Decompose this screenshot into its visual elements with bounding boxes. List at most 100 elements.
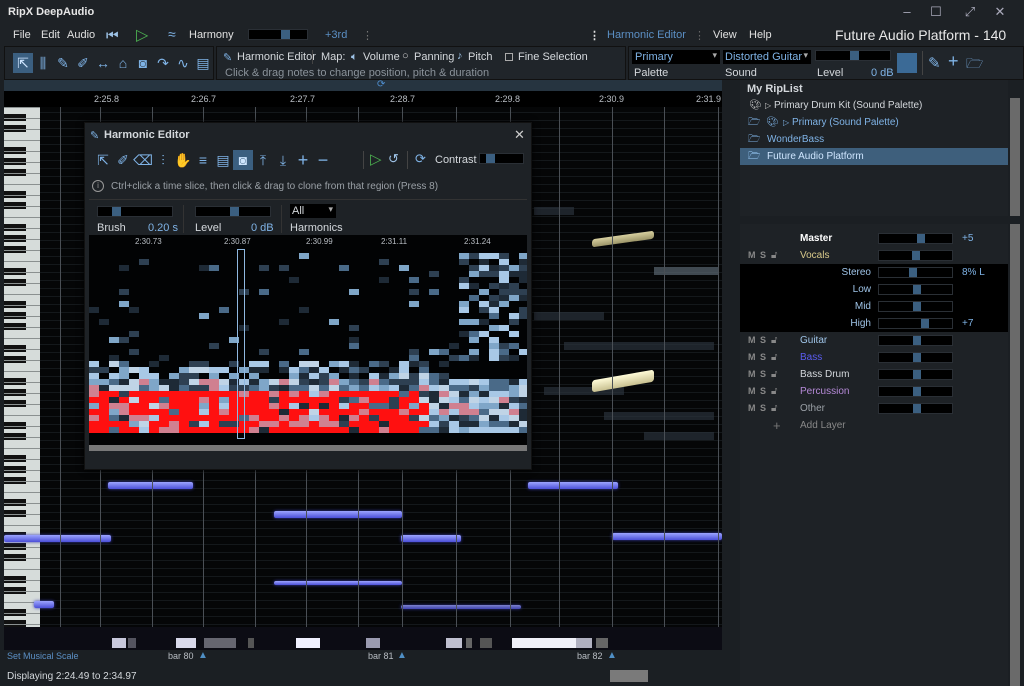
select-tool-icon[interactable]: ⇱ [93, 150, 113, 170]
stamp-tool-icon[interactable]: ▤ [193, 53, 213, 73]
level-slider[interactable] [815, 50, 891, 61]
solo-button[interactable]: S [760, 250, 766, 260]
drum-hit[interactable] [446, 638, 462, 648]
drum-hit[interactable] [596, 638, 608, 648]
plus-icon[interactable]: + [773, 418, 781, 433]
level-slider[interactable] [195, 206, 271, 217]
layer-name[interactable]: Bass [800, 352, 822, 363]
hand-tool-icon[interactable]: ✋ [173, 150, 193, 170]
menu-file[interactable]: File [13, 29, 31, 41]
snapshot-tool-icon[interactable]: ◙ [233, 150, 253, 170]
bass-note[interactable] [34, 601, 54, 608]
set-musical-scale-link[interactable]: Set Musical Scale [7, 651, 79, 661]
folder-open-icon[interactable]: 🗁 [966, 53, 983, 77]
vibrato-tool-icon[interactable]: ∿ [173, 53, 193, 73]
fill-tool-icon[interactable]: ⌂ [113, 53, 133, 73]
add-layer-row[interactable]: + Add Layer [740, 417, 1008, 434]
harmony-slider[interactable] [248, 29, 308, 40]
layer-slider[interactable] [878, 403, 953, 414]
snapshot-tool-icon[interactable]: ◙ [133, 53, 153, 73]
solo-button[interactable]: S [760, 369, 766, 379]
bass-note[interactable] [401, 605, 521, 609]
drum-hit[interactable] [576, 638, 592, 648]
palette-select[interactable]: Primary ▾ [632, 50, 720, 64]
low-slider[interactable] [878, 284, 953, 295]
stereo-slider[interactable] [878, 267, 953, 278]
timeline-ruler[interactable]: 2:25.8 2:26.7 2:27.7 2:28.7 2:29.8 2:30.… [4, 91, 722, 107]
ghost-note[interactable] [644, 432, 714, 440]
harmonic-editor-button[interactable]: Harmonic Editor [237, 51, 316, 63]
add-icon[interactable]: + [293, 150, 313, 170]
pencil-tool-icon[interactable]: ✎ [53, 53, 73, 73]
play-icon[interactable]: ▷ [136, 25, 148, 45]
drum-hit[interactable] [112, 638, 126, 648]
layer-name[interactable]: Other [800, 403, 825, 414]
solo-button[interactable]: S [760, 386, 766, 396]
vocal-note[interactable] [592, 230, 654, 248]
high-slider[interactable] [878, 318, 953, 329]
drum-strip[interactable] [4, 627, 722, 650]
menu-view[interactable]: View [713, 29, 737, 41]
play-small-icon[interactable]: ▷ [783, 114, 789, 131]
eraser-tool-icon[interactable]: ⌫ [133, 150, 153, 170]
riplist-item-selected[interactable]: 🗁 Future Audio Platform [740, 148, 1008, 165]
layer-name[interactable]: Vocals [800, 250, 829, 261]
layer-name[interactable]: Guitar [800, 335, 827, 346]
vocals-slider[interactable] [878, 250, 953, 261]
ghost-note[interactable] [534, 312, 604, 320]
bass-note[interactable] [4, 535, 111, 542]
select-tool-icon[interactable]: ⇱ [13, 53, 33, 73]
riplist-item[interactable]: 🗁 🎨︎ ▷ Primary (Sound Palette) [740, 114, 1008, 131]
audio-split-tool-icon[interactable]: ⫼ [33, 53, 53, 73]
levels-tool-icon[interactable]: ⫶ [153, 150, 173, 170]
bar-marker-icon[interactable]: ▲ [397, 650, 407, 661]
menu-harmonic-editor[interactable]: Harmonic Editor [607, 29, 686, 41]
stamp-tool-icon[interactable]: ▤ [213, 150, 233, 170]
piano-keyboard[interactable] [4, 107, 40, 650]
minimize-button[interactable]: – [897, 4, 917, 20]
loop-icon[interactable]: ⟳ [377, 79, 385, 90]
spectrogram[interactable]: 2:30.73 2:30.87 2:30.99 2:31.11 2:31.24 [89, 235, 527, 445]
master-slider[interactable] [878, 233, 953, 244]
mute-button[interactable]: M [748, 352, 756, 362]
unlock-icon[interactable]: 🔓︎ [771, 386, 777, 397]
bass-note[interactable] [108, 482, 193, 489]
play-small-icon[interactable]: ▷ [765, 97, 771, 114]
raise-tool-icon[interactable]: ⤒ [253, 150, 273, 170]
refresh-icon[interactable]: ⟳ [415, 151, 426, 167]
drum-hit[interactable] [512, 638, 576, 648]
solo-button[interactable]: S [760, 403, 766, 413]
unlock-icon[interactable]: 🔓︎ [771, 369, 777, 380]
layer-name[interactable]: Percussion [800, 386, 849, 397]
add-layer-button[interactable]: Add Layer [800, 420, 846, 431]
drum-hit[interactable] [466, 638, 472, 648]
plus-icon[interactable]: + [948, 51, 959, 72]
layer-slider[interactable] [878, 352, 953, 363]
mixer-scrollbar[interactable] [1010, 224, 1020, 686]
spectrogram-scrollbar[interactable] [89, 445, 527, 451]
solo-button[interactable]: S [760, 335, 766, 345]
bass-note[interactable] [401, 535, 461, 542]
layer-slider[interactable] [878, 335, 953, 346]
unlock-icon[interactable]: 🔓︎ [771, 250, 777, 261]
contrast-slider[interactable] [479, 153, 524, 164]
layer-name[interactable]: Bass Drum [800, 369, 849, 380]
harmony-more-icon[interactable]: ⋮ [362, 29, 373, 42]
ghost-note[interactable] [564, 342, 714, 350]
unlock-icon[interactable]: 🔓︎ [771, 352, 777, 363]
lower-tool-icon[interactable]: ⤓ [273, 150, 293, 170]
ghost-note[interactable] [534, 207, 574, 215]
loop-bar[interactable]: ⟳ [4, 79, 722, 91]
mute-button[interactable]: M [748, 403, 756, 413]
drum-hit[interactable] [128, 638, 136, 648]
drum-hit[interactable] [366, 638, 380, 648]
mute-button[interactable]: M [748, 386, 756, 396]
drum-hit[interactable] [176, 638, 196, 648]
solo-button[interactable]: S [760, 352, 766, 362]
mid-slider[interactable] [878, 301, 953, 312]
bass-note[interactable] [274, 511, 402, 518]
harmonics-select[interactable]: All ▾ [290, 204, 336, 218]
bar-marker-icon[interactable]: ▲ [607, 650, 617, 661]
menu-edit[interactable]: Edit [41, 29, 60, 41]
fullscreen-button[interactable]: ⤢ [960, 4, 980, 20]
